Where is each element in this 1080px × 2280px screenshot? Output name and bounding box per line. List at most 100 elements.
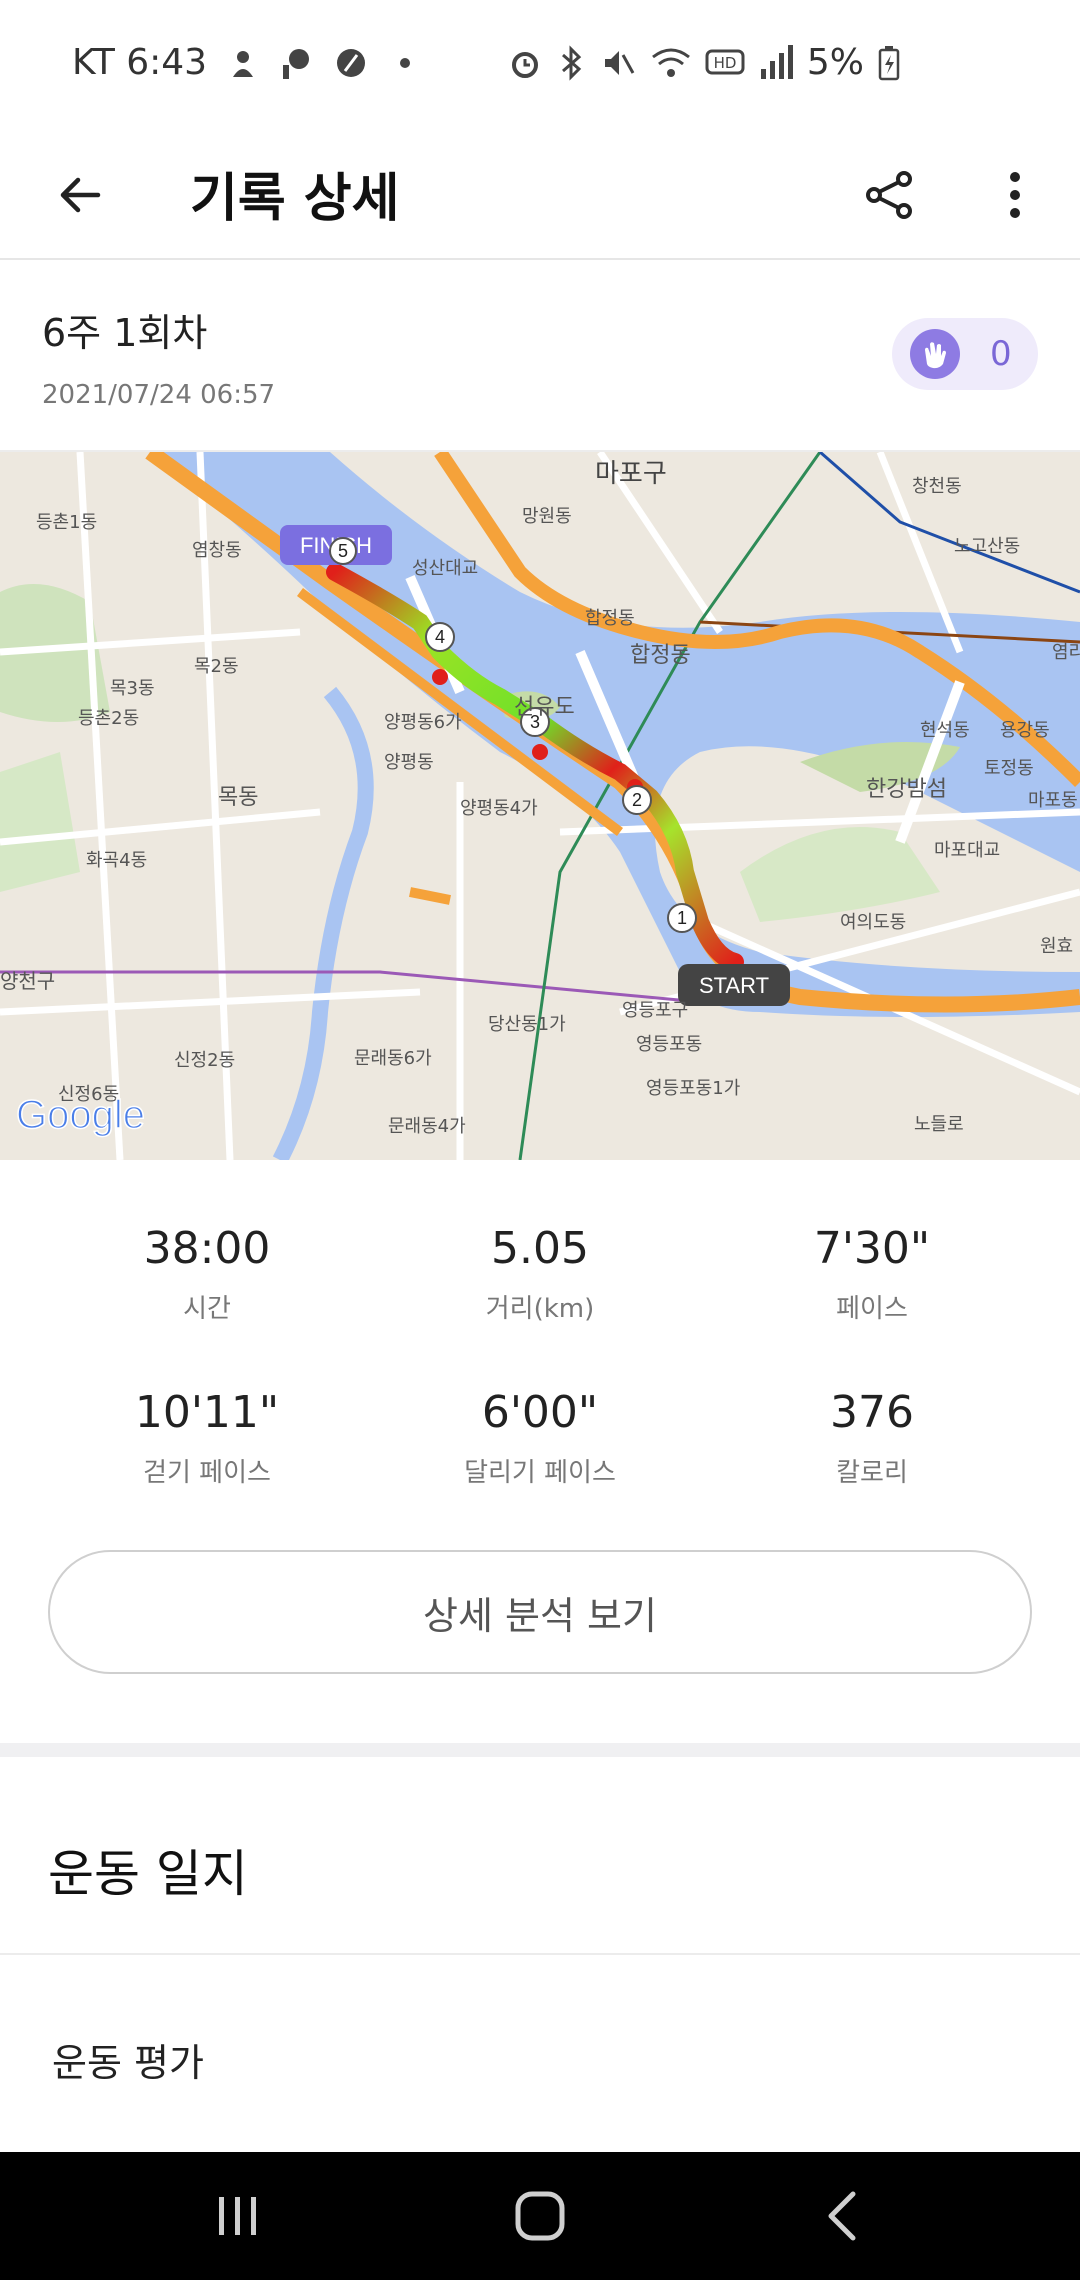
place-label: 한강밤섬	[866, 777, 947, 802]
place-label: 성산대교	[412, 558, 478, 579]
place-label: 등촌1동	[36, 512, 97, 533]
stat-time: 38:00 시간	[57, 1223, 357, 1325]
place-label: 당산동1가	[488, 1014, 566, 1035]
stat-distance: 5.05 거리(km)	[390, 1223, 690, 1325]
route-map[interactable]: 1 2 3 4 FINISH 5 START 마포구 창천동 노고산동 등촌1동…	[0, 452, 1080, 1160]
arrow-left-icon	[60, 177, 101, 213]
back-button[interactable]	[40, 155, 120, 235]
place-label: 합정동	[630, 643, 691, 668]
place-label: 마포구	[595, 459, 667, 489]
place-label: 원효	[1040, 936, 1073, 957]
clap-icon	[910, 329, 960, 379]
more-vert-icon	[1010, 172, 1020, 218]
park-area	[0, 752, 80, 892]
place-label: 현석동	[920, 720, 970, 741]
share-icon	[866, 171, 912, 219]
place-label: 목2동	[194, 656, 239, 677]
place-label: 영등포동	[636, 1034, 702, 1055]
dot-icon	[400, 57, 411, 68]
place-label: 양평동4가	[460, 798, 538, 819]
home-button[interactable]	[495, 2176, 585, 2256]
alarm-icon	[511, 51, 538, 78]
place-label: 양천구	[0, 969, 55, 993]
stat-value: 38:00	[143, 1223, 271, 1274]
km-marker-label: 5	[338, 541, 348, 561]
place-label: 문래동4가	[388, 1116, 466, 1137]
google-logo: Google	[16, 1093, 145, 1137]
start-label: START	[699, 973, 769, 998]
message-icon	[283, 48, 310, 79]
km-marker-label: 1	[677, 908, 687, 928]
place-label: 마포대교	[934, 840, 1000, 861]
share-button[interactable]	[850, 155, 930, 235]
place-label: 합정동	[585, 608, 635, 629]
place-label: 여의도동	[840, 912, 906, 933]
pace-spot	[532, 744, 548, 760]
stat-calories: 376 칼로리	[722, 1387, 1022, 1489]
place-label: 등촌2동	[78, 708, 139, 729]
stat-value: 7'30"	[813, 1223, 931, 1274]
stat-run-pace: 6'00" 달리기 페이스	[390, 1387, 690, 1489]
stat-label: 거리(km)	[485, 1294, 595, 1324]
subway-line	[819, 452, 1080, 594]
stat-label: 달리기 페이스	[464, 1458, 616, 1488]
svg-text:HD: HD	[713, 54, 736, 72]
park-area	[740, 827, 940, 922]
place-label: 양평동	[384, 752, 434, 773]
battery-percent: 5%	[806, 42, 864, 83]
map-canvas: 1 2 3 4 FINISH 5 START 마포구 창천동 노고산동 등촌1동…	[0, 452, 1080, 1160]
pace-spot	[432, 669, 448, 685]
place-label: 영등포동1가	[646, 1078, 740, 1099]
place-label: 염창동	[192, 540, 242, 561]
place-label: 목동	[218, 785, 258, 810]
place-label: 염리	[1052, 642, 1080, 663]
place-label: 마포동	[1028, 790, 1078, 811]
page-title: 기록 상세	[190, 169, 400, 229]
carrier-time: KT 6:43	[72, 42, 208, 83]
place-labels: 마포구 창천동 노고산동 등촌1동 염창동 망원동 성산대교 합정동 합정동 목…	[0, 459, 1080, 1137]
status-left: KT 6:43	[72, 42, 423, 83]
stat-label: 걷기 페이스	[143, 1458, 271, 1488]
home-icon	[515, 2191, 565, 2241]
signal-icon	[760, 44, 793, 79]
stat-walk-pace: 10'11" 걷기 페이스	[57, 1387, 357, 1489]
recent-apps-button[interactable]	[193, 2176, 283, 2256]
place-label: 양평동6가	[384, 712, 462, 733]
battery-charging-icon	[878, 45, 900, 80]
app-bar: 기록 상세	[0, 130, 1080, 260]
place-label: 신정2동	[174, 1050, 235, 1071]
place-label: 망원동	[522, 506, 572, 527]
place-label: 선유도	[514, 695, 575, 720]
system-back-button[interactable]	[797, 2176, 887, 2256]
mute-icon	[604, 50, 635, 75]
km-marker-label: 2	[632, 790, 642, 810]
record-datetime: 2021/07/24 06:57	[42, 380, 276, 410]
place-label: 화곡4동	[86, 850, 147, 871]
place-label: 토정동	[984, 758, 1034, 779]
place-label: 용강동	[1000, 720, 1050, 741]
record-title: 6주 1회차	[42, 311, 208, 355]
system-nav-bar	[0, 2152, 1080, 2280]
evaluation-item[interactable]: 운동 평가	[52, 2032, 204, 2087]
km-marker-label: 4	[435, 627, 445, 647]
stat-value: 376	[830, 1387, 914, 1438]
stats-grid: 38:00 시간 5.05 거리(km) 7'30" 페이스 10'11" 걷기…	[0, 1180, 1080, 1520]
stat-value: 5.05	[491, 1223, 589, 1274]
wifi-icon	[651, 48, 690, 77]
place-label: 창천동	[912, 476, 962, 497]
stream	[272, 686, 374, 1160]
place-label: 목3동	[110, 678, 155, 699]
place-label: 영등포구	[622, 1000, 688, 1021]
place-label: 문래동6가	[354, 1048, 432, 1069]
more-options-button[interactable]	[975, 155, 1055, 235]
stat-label: 페이스	[836, 1294, 908, 1324]
clap-button[interactable]: 0	[892, 318, 1038, 390]
stat-label: 시간	[183, 1294, 231, 1324]
journal-title: 운동 일지	[48, 1845, 248, 1903]
bluetooth-icon	[561, 44, 582, 81]
stat-value: 10'11"	[134, 1387, 280, 1438]
status-bar: KT 6:43 HD 5%	[0, 0, 1080, 130]
recents-icon	[219, 2197, 256, 2235]
stat-pace: 7'30" 페이스	[722, 1223, 1022, 1325]
detail-analysis-button[interactable]: 상세 분석 보기	[48, 1550, 1032, 1674]
